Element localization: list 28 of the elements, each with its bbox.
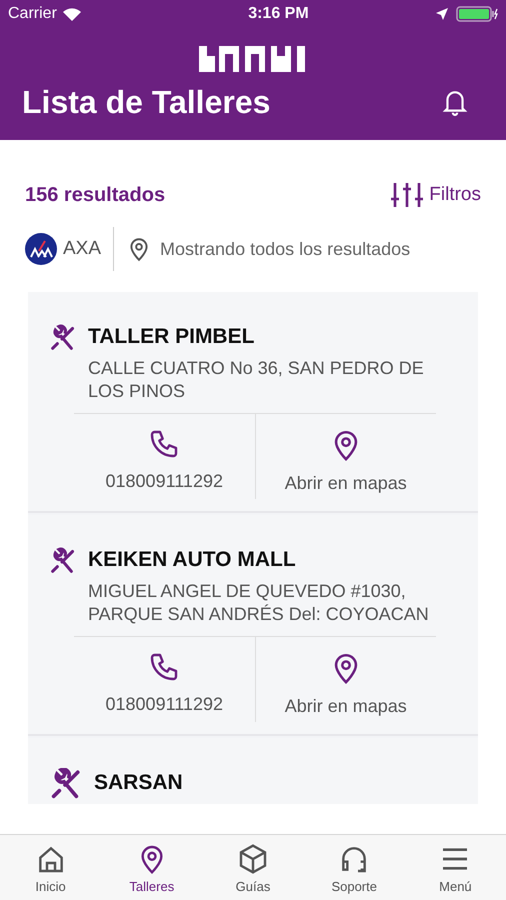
location-arrow-icon <box>436 8 448 20</box>
wifi-icon <box>62 8 81 20</box>
workshop-address: MIGUEL ANGEL DE QUEVEDO #1030, PARQUE SAN ANDRÉS Del: COYOACAN <box>88 580 430 626</box>
tab-item[interactable]: Guías <box>202 835 304 900</box>
filters-button[interactable]: Filtros <box>391 180 481 210</box>
insurer-name: AXA <box>63 236 102 261</box>
sliders-icon <box>391 181 424 209</box>
workshop-name: KEIKEN AUTO MALL <box>88 547 297 573</box>
clock: 3:16 PM <box>248 4 309 24</box>
call-button[interactable]: 018009111292 <box>74 414 256 499</box>
workshop-name: SARSAN <box>94 770 183 796</box>
open-map-button[interactable]: Abrir en mapas <box>256 637 436 722</box>
open-map-button[interactable]: Abrir en mapas <box>256 414 436 499</box>
battery-icon <box>456 6 498 22</box>
workshop-address: CALLE CUATRO No 36, SAN PEDRO DE LOS PINOS <box>88 357 425 403</box>
page-title: Lista de Talleres <box>22 86 270 118</box>
bell-icon[interactable] <box>442 88 468 116</box>
cube-icon <box>237 843 269 875</box>
tab-item[interactable]: Inicio <box>0 835 102 900</box>
tab-item[interactable]: Menú <box>404 835 506 900</box>
carrier-label: Carrier <box>8 4 57 24</box>
call-button[interactable]: 018009111292 <box>74 637 256 722</box>
workshop-name: TALLER PIMBEL <box>88 324 256 350</box>
tab-item[interactable]: Talleres <box>101 835 202 900</box>
insurer-logo <box>25 233 57 265</box>
tab-item[interactable]: Soporte <box>304 835 405 900</box>
location-filter-text: Mostrando todos los resultados <box>160 238 410 260</box>
results-count: 156 resultados <box>25 183 166 208</box>
